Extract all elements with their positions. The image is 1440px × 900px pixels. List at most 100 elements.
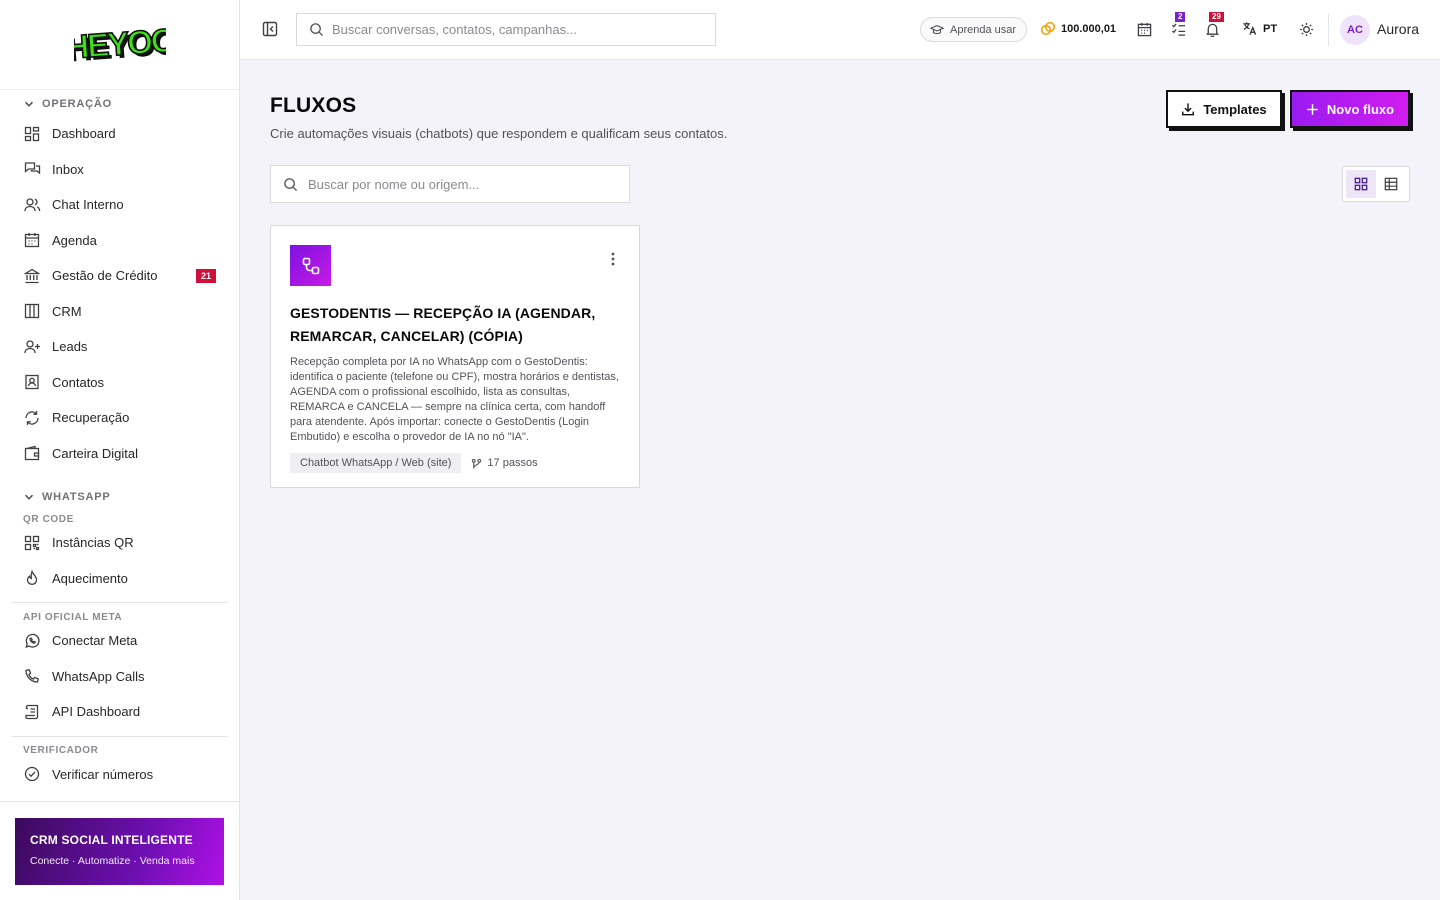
sidebar-item-whatsapp-calls[interactable]: WhatsApp Calls [0, 659, 239, 695]
new-flow-label: Novo fluxo [1326, 101, 1395, 117]
graduation-cap-icon [930, 24, 944, 34]
chevron-down-icon [24, 101, 34, 107]
sidebar-item-label: Agenda [52, 232, 97, 248]
sidebar-divider [0, 801, 239, 802]
view-toggle [1342, 166, 1410, 202]
promo-banner[interactable]: CRM SOCIAL INTELIGENTE Conecte · Automat… [15, 818, 224, 885]
language-label: PT [1263, 22, 1278, 35]
language-selector[interactable]: PT [1242, 21, 1277, 36]
sidebar-item-carteira-digital[interactable]: Carteira Digital [0, 436, 239, 472]
nav-divider [12, 602, 227, 603]
username[interactable]: Aurora [1377, 21, 1419, 37]
user-plus-icon [23, 338, 41, 356]
sidebar-item-verificar-numeros[interactable]: Verificar números [0, 757, 239, 793]
flow-card[interactable]: GESTODENTIS — RECEPÇÃO IA (AGENDAR, REMA… [270, 225, 640, 488]
sidebar-nav: OPERAÇÃO Dashboard Inbox Chat Interno Ag… [0, 90, 239, 802]
sidebar-item-recuperacao[interactable]: Recuperação [0, 400, 239, 436]
sidebar: HEYOO HEYOO OPERAÇÃO Dashboard Inbox Cha… [0, 0, 240, 900]
sidebar-item-label: Gestão de Crédito [52, 268, 158, 284]
whatsapp-icon [23, 632, 41, 650]
flow-search-input[interactable] [308, 176, 618, 192]
flame-icon [23, 569, 41, 587]
download-icon [1182, 103, 1195, 116]
sidebar-item-label: Verificar números [52, 766, 154, 782]
subsection-qr-code: QR CODE [23, 514, 74, 525]
header-divider [1328, 14, 1329, 46]
sidebar-item-api-dashboard[interactable]: API Dashboard [0, 694, 239, 730]
sidebar-item-conectar-meta[interactable]: Conectar Meta [0, 623, 239, 659]
flow-icon [290, 245, 331, 286]
sidebar-item-label: Chat Interno [52, 197, 124, 213]
sidebar-item-label: API Dashboard [52, 704, 141, 720]
templates-label: Templates [1203, 101, 1267, 117]
credits-value: 100.000,01 [1061, 23, 1117, 35]
flow-search[interactable] [270, 165, 630, 203]
svg-text:HEYOO: HEYOO [74, 21, 166, 66]
heyoo-logo[interactable]: HEYOO HEYOO [74, 21, 166, 69]
promo-title: CRM SOCIAL INTELIGENTE [30, 833, 193, 847]
table-view-button[interactable] [1376, 170, 1406, 198]
section-operacao[interactable]: OPERAÇÃO [0, 92, 239, 116]
scroll-icon [23, 703, 41, 721]
dashboard-icon [23, 125, 41, 143]
sidebar-item-instancias-qr[interactable]: Instâncias QR [0, 525, 239, 561]
grid-icon [1354, 177, 1368, 191]
learn-button[interactable]: Aprenda usar [920, 17, 1028, 42]
calendar-icon[interactable] [1135, 20, 1153, 38]
sidebar-item-agenda[interactable]: Agenda [0, 223, 239, 259]
contact-icon [23, 373, 41, 391]
refresh-icon [23, 409, 41, 427]
credits-balance[interactable]: 100.000,01 [1040, 21, 1116, 37]
more-options-icon[interactable] [611, 252, 615, 271]
sidebar-item-inbox[interactable]: Inbox [0, 152, 239, 188]
nav-divider [12, 735, 227, 737]
global-search-input[interactable] [332, 22, 692, 37]
coins-icon [1040, 21, 1056, 36]
sidebar-item-label: Conectar Meta [52, 633, 138, 649]
page-subtitle: Crie automações visuais (chatbots) que r… [270, 126, 728, 141]
global-search[interactable] [296, 13, 716, 46]
logo-area: HEYOO HEYOO [0, 0, 239, 90]
sidebar-item-label: Leads [52, 339, 88, 355]
sidebar-item-gestao-credito[interactable]: Gestão de Crédito 21 [0, 258, 239, 294]
sidebar-item-crm[interactable]: CRM [0, 294, 239, 330]
sidebar-item-dashboard[interactable]: Dashboard [0, 116, 239, 152]
kanban-icon [23, 302, 41, 320]
flow-title: GESTODENTIS — RECEPÇÃO IA (AGENDAR, REMA… [290, 305, 596, 344]
page-title: FLUXOS [270, 94, 357, 117]
translate-icon [1243, 22, 1257, 35]
sun-icon[interactable] [1297, 20, 1315, 38]
collapse-sidebar-icon[interactable] [262, 21, 278, 37]
logo-graphic: HEYOO HEYOO [74, 21, 166, 69]
topbar: Aprenda usar 100.000,01 2 29 PT AC Auror… [240, 0, 1440, 60]
grid-view-button[interactable] [1346, 170, 1376, 198]
flow-steps-count: 17 passos [487, 457, 538, 469]
search-icon [284, 177, 298, 191]
section-whatsapp[interactable]: WHATSAPP [0, 485, 239, 509]
sidebar-item-leads[interactable]: Leads [0, 329, 239, 365]
sidebar-item-contatos[interactable]: Contatos [0, 365, 239, 401]
promo-subtitle: Conecte · Automatize · Venda mais [30, 855, 195, 867]
sidebar-item-chat-interno[interactable]: Chat Interno [0, 187, 239, 223]
chevron-down-icon [24, 494, 34, 500]
flow-footer: Chatbot WhatsApp / Web (site) 17 passos [290, 453, 620, 473]
avatar[interactable]: AC [1340, 15, 1370, 45]
sidebar-item-aquecimento[interactable]: Aquecimento [0, 561, 239, 597]
new-flow-button[interactable]: Novo fluxo [1290, 90, 1410, 128]
sidebar-item-label: Dashboard [52, 126, 116, 142]
calendar-icon [23, 231, 41, 249]
subsection-verificador: VERIFICADOR [23, 745, 99, 756]
templates-button[interactable]: Templates [1166, 90, 1282, 128]
tasks-badge: 2 [1175, 12, 1186, 22]
subsection-api-oficial-meta: API OFICIAL META [23, 611, 123, 623]
learn-label: Aprenda usar [950, 23, 1017, 36]
bank-icon [23, 267, 41, 285]
tasks-icon[interactable]: 2 [1169, 12, 1187, 38]
sidebar-item-label: Recuperação [52, 410, 130, 426]
flow-origin-tag: Chatbot WhatsApp / Web (site) [290, 453, 462, 473]
qr-icon [23, 534, 41, 552]
wallet-icon [23, 444, 41, 462]
bell-icon[interactable]: 29 [1203, 12, 1224, 38]
sidebar-item-label: Instâncias QR [52, 535, 134, 551]
main-content: FLUXOS Crie automações visuais (chatbots… [240, 60, 1440, 900]
